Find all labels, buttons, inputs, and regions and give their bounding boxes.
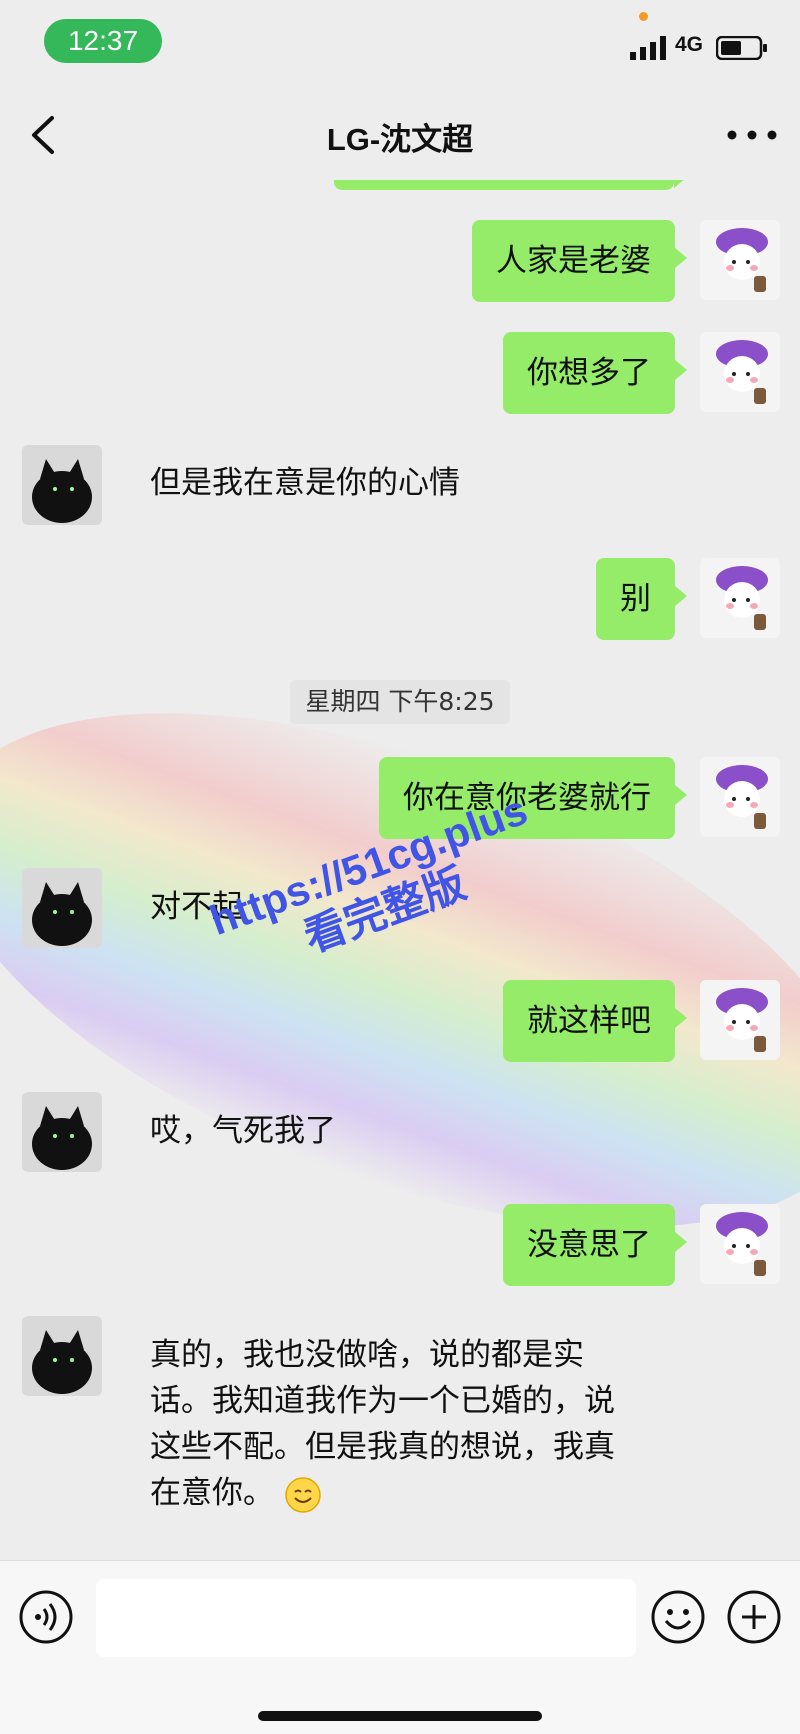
add-attachment-icon[interactable] — [726, 1589, 782, 1645]
voice-input-icon[interactable] — [18, 1589, 74, 1645]
contact-avatar[interactable] — [22, 445, 102, 525]
incoming-message-bubble[interactable]: 真的，我也没做啥，说的都是实话。我知道我作为一个已婚的，说这些不配。但是我真的想… — [150, 1314, 640, 1534]
outgoing-message-bubble[interactable]: 别 — [596, 558, 687, 640]
partial-message-bubble — [334, 180, 686, 190]
self-avatar[interactable] — [700, 980, 780, 1060]
contact-avatar[interactable] — [22, 1316, 102, 1396]
chat-title: LG-沈文超 — [326, 122, 474, 157]
self-avatar[interactable] — [700, 1204, 780, 1284]
outgoing-message-bubble[interactable]: 没意思了 — [503, 1204, 687, 1286]
self-avatar[interactable] — [700, 220, 780, 300]
message-timestamp: 星期四 下午8:25 — [290, 680, 510, 724]
message-text: 真的，我也没做啥，说的都是实话。我知道我作为一个已婚的，说这些不配。但是我真的想… — [150, 1337, 615, 1511]
network-type: 4G — [675, 33, 704, 56]
incoming-message-bubble[interactable]: 哎，气死我了 — [150, 1090, 360, 1172]
emoji-picker-icon[interactable] — [650, 1589, 706, 1645]
message-input-bar — [0, 1560, 800, 1734]
outgoing-message-bubble[interactable]: 人家是老婆 — [472, 220, 687, 302]
chat-header: LG-沈文超 — [0, 90, 800, 180]
message-input[interactable] — [96, 1579, 636, 1657]
smile-emoji-icon — [285, 1476, 321, 1513]
status-bar: 12:37 4G — [0, 0, 800, 90]
self-avatar[interactable] — [700, 558, 780, 638]
incoming-message-bubble[interactable]: 但是我在意是你的心情 — [150, 442, 484, 524]
self-avatar[interactable] — [700, 757, 780, 837]
home-indicator[interactable] — [258, 1711, 542, 1721]
privacy-indicator-dot — [639, 12, 648, 21]
message-list[interactable]: 人家是老婆 你想多了 但是我在意是你的心情 别 星期四 下午8:25 你在意你老… — [0, 180, 800, 1560]
status-time: 12:37 — [44, 19, 162, 63]
self-avatar[interactable] — [700, 332, 780, 412]
outgoing-message-bubble[interactable]: 你想多了 — [503, 332, 687, 414]
contact-avatar[interactable] — [22, 868, 102, 948]
more-options-icon[interactable] — [724, 120, 780, 150]
outgoing-message-bubble[interactable]: 就这样吧 — [503, 980, 687, 1062]
signal-strength-icon — [630, 36, 666, 60]
battery-icon — [716, 36, 767, 60]
back-arrow-icon[interactable] — [24, 112, 64, 158]
watermark: https://51cg.plus 看完整版 — [204, 786, 550, 990]
contact-avatar[interactable] — [22, 1092, 102, 1172]
